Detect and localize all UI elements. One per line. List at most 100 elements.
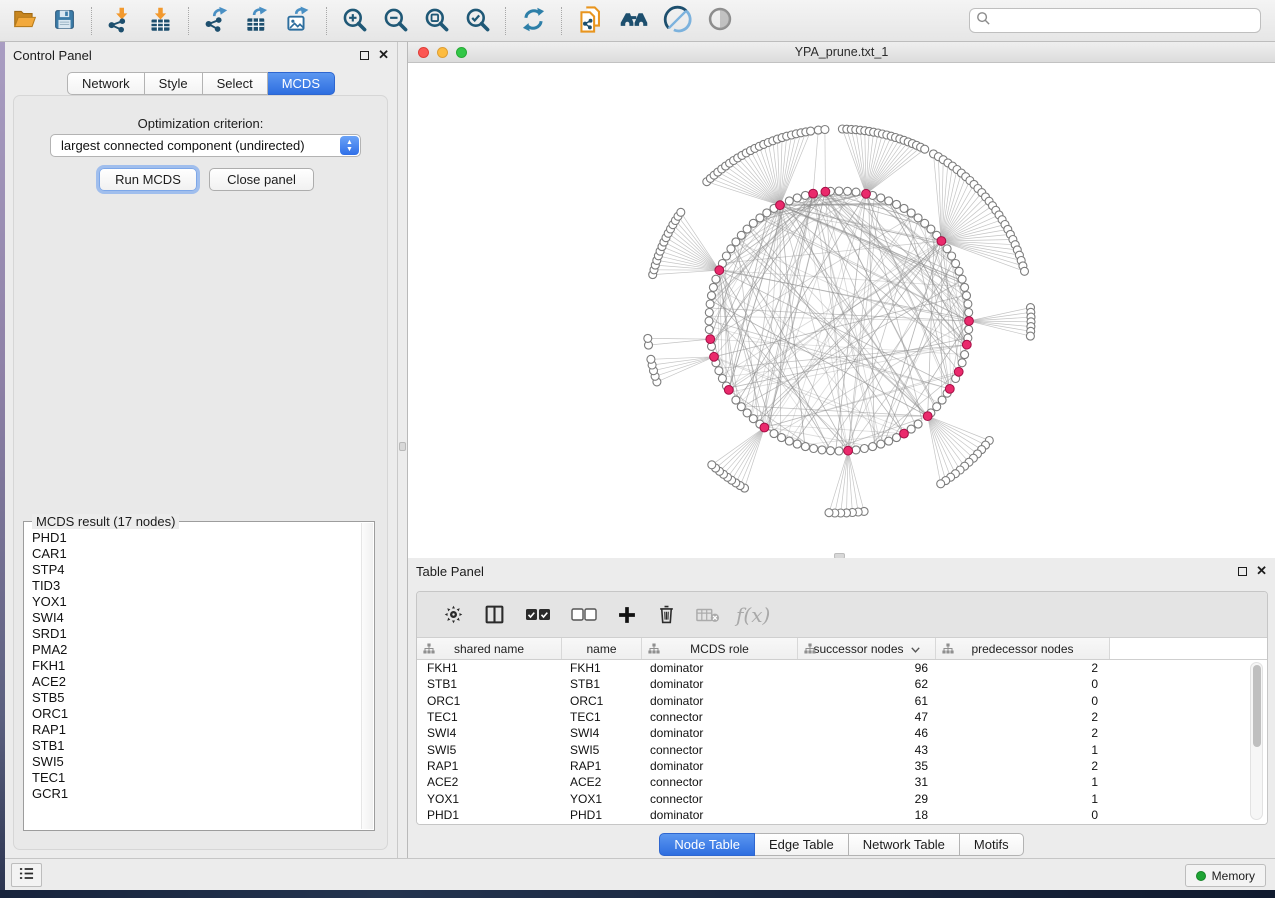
export-network-button[interactable] <box>198 4 235 38</box>
network-window-titlebar[interactable]: YPA_prune.txt_1 <box>408 42 1275 63</box>
minimize-window-icon[interactable] <box>437 47 448 58</box>
attribute-tree-icon <box>648 643 660 658</box>
network-graph[interactable] <box>408 63 1275 557</box>
zoom-fit-button[interactable] <box>418 4 455 38</box>
select-all-button[interactable] <box>523 606 553 624</box>
table-row[interactable]: ORC1ORC1dominator610 <box>417 693 1267 709</box>
search-input[interactable] <box>991 12 1254 29</box>
delete-column-button[interactable] <box>655 602 678 627</box>
refresh-icon <box>520 6 547 36</box>
import-network-button[interactable] <box>101 4 138 38</box>
optimization-criterion-select[interactable]: largest connected component (undirected)… <box>50 134 361 157</box>
mcds-result-item[interactable]: ORC1 <box>32 706 355 722</box>
deselect-all-button[interactable] <box>569 606 599 624</box>
maximize-window-icon[interactable] <box>456 47 467 58</box>
control-panel-tabs: NetworkStyleSelectMCDS <box>5 72 397 95</box>
cell-MCDS-role: dominator <box>642 677 798 691</box>
save-session-button[interactable] <box>47 5 82 37</box>
column-header-name[interactable]: name <box>562 638 642 659</box>
tab-style[interactable]: Style <box>145 72 203 95</box>
tab-edge-table[interactable]: Edge Table <box>755 833 849 856</box>
mcds-result-item[interactable]: SRD1 <box>32 626 355 642</box>
import-table-button[interactable] <box>142 4 179 38</box>
column-header-successor-nodes[interactable]: successor nodes <box>798 638 936 659</box>
open-folder-icon <box>11 6 38 35</box>
scrollbar-thumb[interactable] <box>1253 665 1261 747</box>
table-row[interactable]: RAP1RAP1dominator352 <box>417 758 1267 774</box>
mcds-result-item[interactable]: FKH1 <box>32 658 355 674</box>
table-row[interactable]: SWI5SWI5connector431 <box>417 741 1267 757</box>
birds-eye-button[interactable] <box>701 3 739 38</box>
main-toolbar <box>0 0 1275 42</box>
mcds-result-item[interactable]: STB5 <box>32 690 355 706</box>
table-row[interactable]: FKH1FKH1dominator962 <box>417 660 1267 676</box>
toggle-panes-button[interactable] <box>482 602 507 627</box>
cell-shared-name: PHD1 <box>417 808 562 822</box>
table-settings-button[interactable] <box>441 602 466 627</box>
open-file-button[interactable] <box>6 4 43 37</box>
close-panel-button[interactable]: Close panel <box>209 168 314 191</box>
mcds-result-item[interactable]: TEC1 <box>32 770 355 786</box>
vertical-splitter[interactable] <box>398 42 407 858</box>
zoom-in-button[interactable] <box>336 4 373 38</box>
node-table-card: f(x) shared namenameMCDS rolesuccessor n… <box>416 591 1268 825</box>
show-style-button[interactable] <box>658 3 697 39</box>
refresh-view-button[interactable] <box>515 4 552 38</box>
mcds-result-item[interactable]: SWI5 <box>32 754 355 770</box>
splitter-handle[interactable] <box>399 442 406 451</box>
table-row[interactable]: YOX1YOX1connector291 <box>417 790 1267 806</box>
clone-network-button[interactable] <box>571 3 610 39</box>
export-image-button[interactable] <box>280 4 317 38</box>
run-mcds-button[interactable]: Run MCDS <box>99 168 197 191</box>
tab-select[interactable]: Select <box>203 72 268 95</box>
mcds-result-item[interactable]: PMA2 <box>32 642 355 658</box>
cell-name: YOX1 <box>562 792 642 806</box>
find-button[interactable] <box>614 3 654 38</box>
tab-network[interactable]: Network <box>67 72 145 95</box>
mcds-result-item[interactable]: YOX1 <box>32 594 355 610</box>
optimization-criterion-label: Optimization criterion: <box>14 116 387 131</box>
column-header-shared-name[interactable]: shared name <box>417 638 562 659</box>
column-header-MCDS-role[interactable]: MCDS role <box>642 638 798 659</box>
mcds-result-item[interactable]: PHD1 <box>32 530 355 546</box>
mcds-result-list: PHD1CAR1STP4TID3YOX1SWI4SRD1PMA2FKH1ACE2… <box>27 525 360 827</box>
export-table-button[interactable] <box>239 4 276 38</box>
network-canvas[interactable] <box>408 63 1275 557</box>
mcds-result-item[interactable]: GCR1 <box>32 786 355 802</box>
mcds-result-item[interactable]: STB1 <box>32 738 355 754</box>
zoom-selected-button[interactable] <box>459 4 496 38</box>
search-field[interactable] <box>969 8 1261 33</box>
mcds-result-item[interactable]: SWI4 <box>32 610 355 626</box>
mcds-result-item[interactable]: ACE2 <box>32 674 355 690</box>
close-window-icon[interactable] <box>418 47 429 58</box>
table-row[interactable]: TEC1TEC1connector472 <box>417 709 1267 725</box>
close-panel-icon[interactable]: ✕ <box>1256 566 1267 576</box>
app-window: Control Panel ✕ NetworkStyleSelectMCDS O… <box>0 0 1275 898</box>
tab-node-table[interactable]: Node Table <box>659 833 755 856</box>
float-panel-icon[interactable] <box>360 51 369 60</box>
float-panel-icon[interactable] <box>1238 567 1247 576</box>
zoom-out-button[interactable] <box>377 4 414 38</box>
tab-motifs[interactable]: Motifs <box>960 833 1024 856</box>
column-header-predecessor-nodes[interactable]: predecessor nodes <box>936 638 1110 659</box>
add-column-button[interactable] <box>615 603 639 627</box>
result-scrollbar[interactable] <box>361 523 373 829</box>
cell-MCDS-role: connector <box>642 775 798 789</box>
table-row[interactable]: ACE2ACE2connector311 <box>417 774 1267 790</box>
table-row[interactable]: STB1STB1dominator620 <box>417 676 1267 692</box>
memory-button[interactable]: Memory <box>1185 864 1266 887</box>
mcds-result-item[interactable]: CAR1 <box>32 546 355 562</box>
ui-settings-button[interactable] <box>11 863 42 887</box>
cell-name: SWI5 <box>562 743 642 757</box>
mcds-result-item[interactable]: STP4 <box>32 562 355 578</box>
table-row[interactable]: PHD1PHD1dominator180 <box>417 807 1267 823</box>
table-scrollbar[interactable] <box>1250 662 1263 820</box>
table-row[interactable]: SWI4SWI4dominator462 <box>417 725 1267 741</box>
tab-network-table[interactable]: Network Table <box>849 833 960 856</box>
memory-label: Memory <box>1212 869 1255 883</box>
mcds-result-item[interactable]: RAP1 <box>32 722 355 738</box>
cell-name: STB1 <box>562 677 642 691</box>
close-panel-icon[interactable]: ✕ <box>378 50 389 60</box>
mcds-result-item[interactable]: TID3 <box>32 578 355 594</box>
tab-mcds[interactable]: MCDS <box>268 72 335 95</box>
